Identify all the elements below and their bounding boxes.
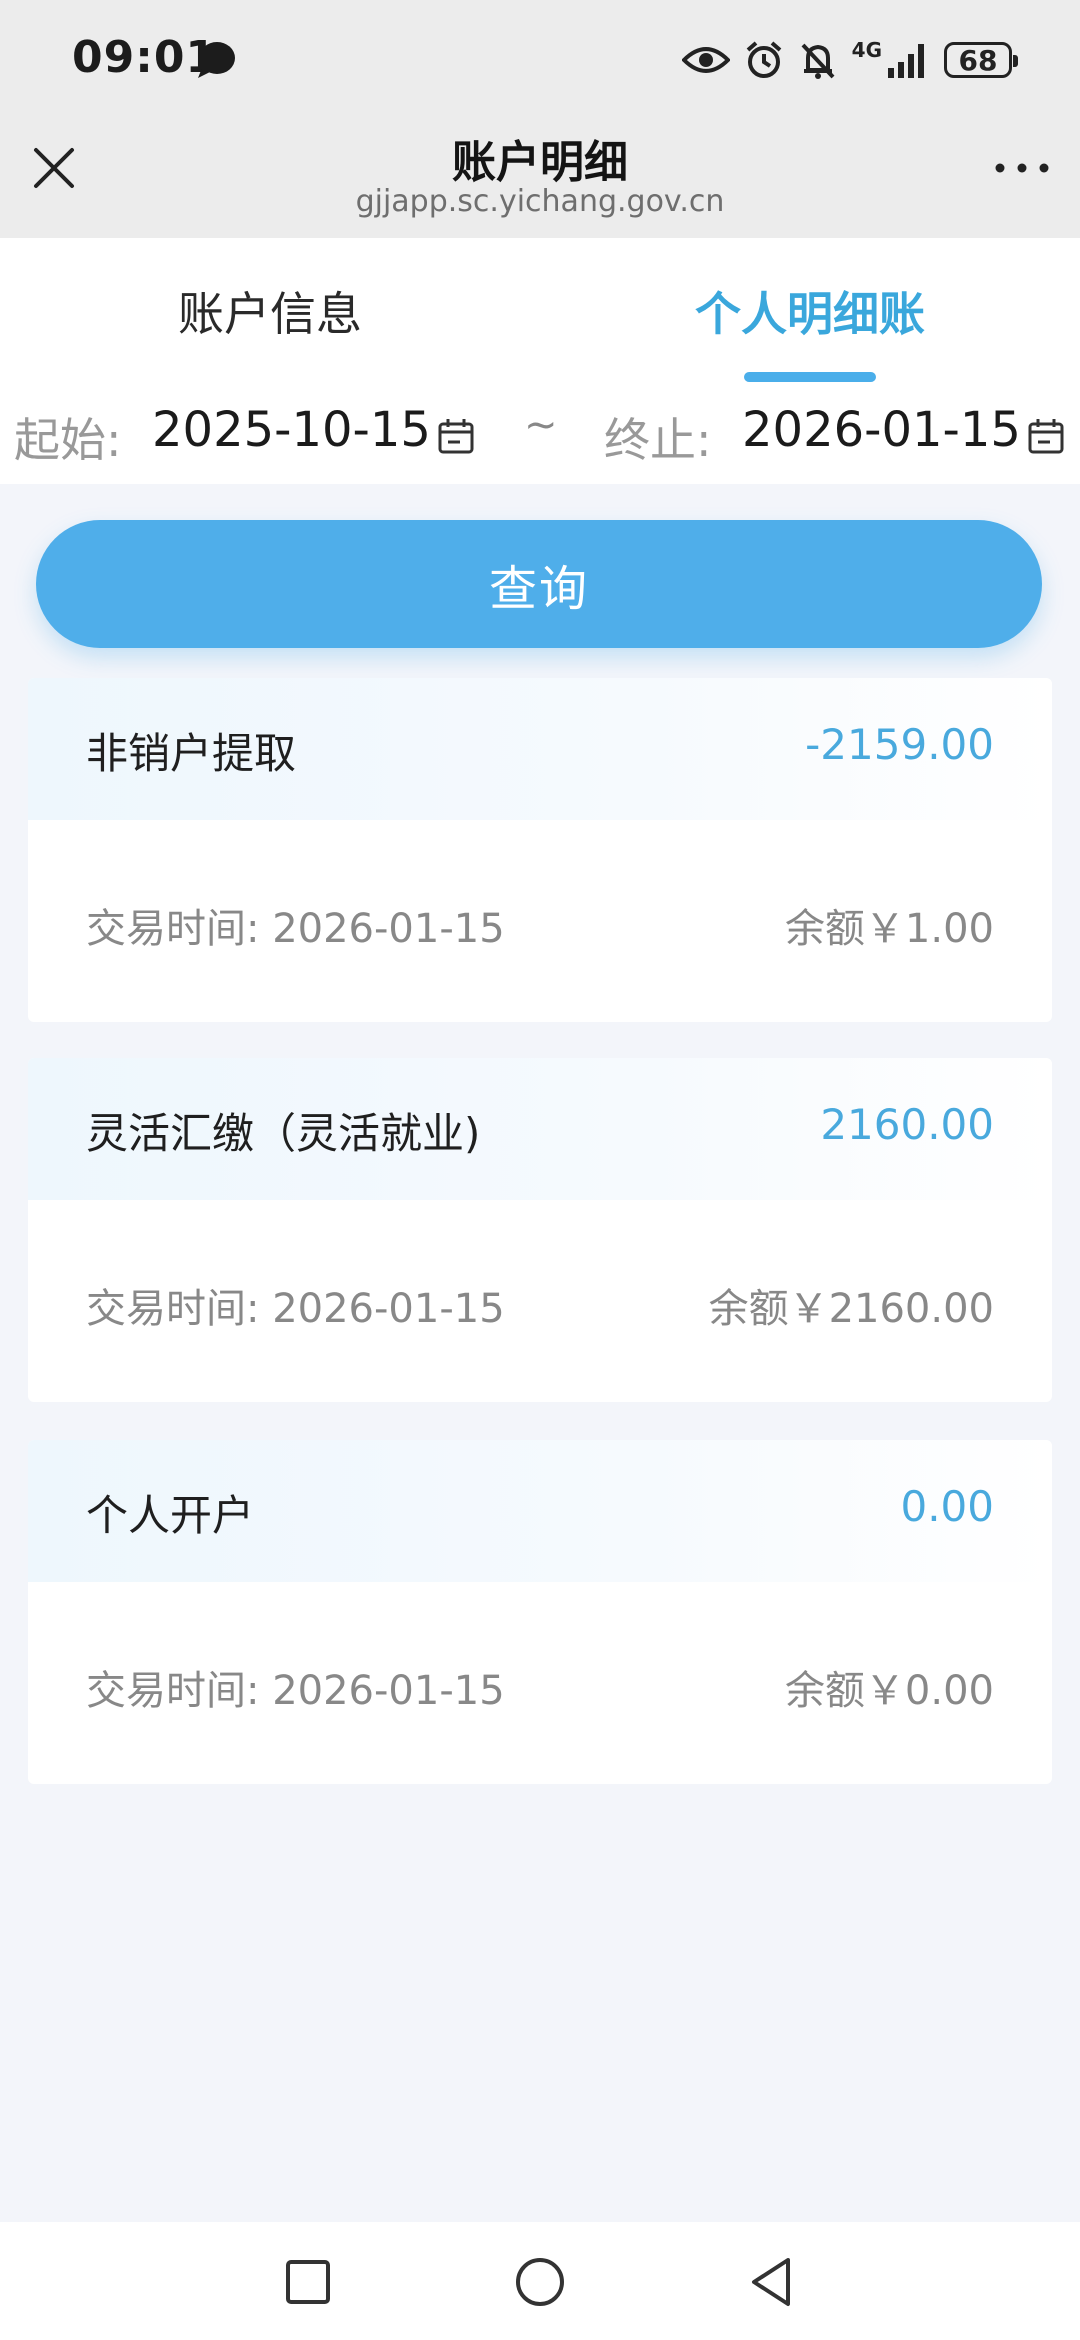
record-time: 交易时间: 2026-01-15 [86, 1286, 505, 1332]
record-amount: 0.00 [900, 1482, 994, 1531]
more-icon[interactable] [992, 156, 1052, 180]
start-date-label: 起始: [14, 413, 122, 467]
transaction-record[interactable]: 非销户提取 -2159.00 交易时间: 2026-01-15 余额￥1.00 [28, 678, 1052, 1022]
tab-account-info[interactable]: 账户信息 [70, 278, 470, 344]
transaction-record[interactable]: 个人开户 0.00 交易时间: 2026-01-15 余额￥0.00 [28, 1440, 1052, 1784]
page-url: gjjapp.sc.yichang.gov.cn [355, 184, 725, 219]
end-date-field[interactable]: 2026-01-15 [742, 402, 1021, 458]
record-balance: 余额￥1.00 [784, 906, 994, 952]
end-date-label: 终止: [604, 413, 712, 467]
record-type: 个人开户 [86, 1491, 255, 1540]
date-separator: ~ [524, 402, 558, 448]
status-icons: 4G 68 [681, 36, 1018, 84]
system-nav-bar [0, 2222, 1080, 2340]
battery-level: 68 [958, 43, 998, 77]
record-balance: 余额￥0.00 [784, 1668, 994, 1714]
bell-off-icon [801, 43, 835, 79]
record-amount: -2159.00 [805, 720, 994, 769]
alarm-icon [746, 41, 781, 78]
battery-icon: 68 [944, 42, 1018, 78]
record-time: 交易时间: 2026-01-15 [86, 1668, 505, 1714]
record-balance: 余额￥2160.00 [708, 1286, 994, 1332]
home-icon[interactable] [510, 2252, 570, 2312]
active-tab-indicator [744, 372, 876, 382]
tab-bar: 账户信息 个人明细账 [0, 238, 1080, 384]
record-amount: 2160.00 [820, 1100, 994, 1149]
chat-bubble-icon [198, 42, 235, 78]
back-icon[interactable] [742, 2252, 802, 2312]
calendar-icon[interactable] [1026, 416, 1066, 456]
record-type: 非销户提取 [86, 729, 297, 778]
signal-icon [888, 44, 924, 78]
recent-apps-icon[interactable] [278, 2252, 338, 2312]
date-range: 起始: 2025-10-15 ~ 终止: 2026-01-15 [0, 384, 1080, 484]
page-title: 账户明细 [452, 137, 628, 188]
title-bar: 账户明细 gjjapp.sc.yichang.gov.cn [0, 120, 1080, 238]
start-date-field[interactable]: 2025-10-15 [152, 402, 431, 458]
calendar-icon[interactable] [436, 416, 476, 456]
query-button[interactable]: 查询 [36, 520, 1042, 648]
status-bar: 09:01 4G 68 [0, 0, 1080, 120]
eye-icon [681, 47, 730, 73]
record-type: 灵活汇缴（灵活就业) [86, 1109, 481, 1158]
transaction-record[interactable]: 灵活汇缴（灵活就业) 2160.00 交易时间: 2026-01-15 余额￥2… [28, 1058, 1052, 1402]
network-label: 4G [851, 38, 882, 62]
tab-personal-detail[interactable]: 个人明细账 [610, 278, 1010, 344]
record-time: 交易时间: 2026-01-15 [86, 906, 505, 952]
